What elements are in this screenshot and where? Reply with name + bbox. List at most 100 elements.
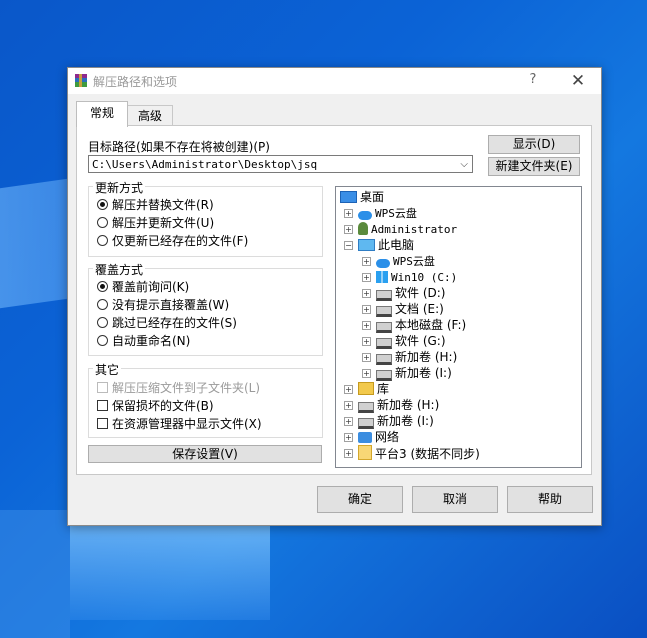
- tree-item[interactable]: + 新加卷 (H:): [362, 349, 458, 365]
- tree-expand-icon[interactable]: +: [362, 321, 371, 330]
- tree-item-label: 新加卷 (H:): [377, 398, 440, 412]
- drive-icon: [376, 354, 392, 365]
- desktop-icon: [340, 191, 357, 203]
- tree-item[interactable]: + 软件 (D:): [362, 285, 446, 301]
- user-icon: [358, 222, 368, 235]
- tree-expand-icon[interactable]: +: [362, 257, 371, 266]
- radio-button[interactable]: [97, 235, 108, 246]
- radio-extract-replace[interactable]: 解压并替换文件(R): [97, 197, 214, 213]
- drive-icon: [376, 338, 392, 349]
- tab-advanced[interactable]: 高级: [127, 105, 173, 126]
- tree-expand-icon[interactable]: +: [344, 449, 353, 458]
- tree-expand-icon[interactable]: +: [344, 225, 353, 234]
- checkbox[interactable]: [97, 418, 108, 429]
- tree-item[interactable]: + WPS云盘: [344, 205, 417, 221]
- close-button[interactable]: ✕: [564, 70, 592, 92]
- title-bar[interactable]: 解压路径和选项 ? ✕: [68, 68, 601, 94]
- tree-item[interactable]: + 网络: [344, 429, 400, 445]
- cloud-icon: [358, 211, 372, 220]
- tree-item[interactable]: + WPS云盘: [362, 253, 435, 269]
- tree-item[interactable]: + 新加卷 (I:): [362, 365, 452, 381]
- tree-expand-icon[interactable]: +: [344, 433, 353, 442]
- radio-button-selected[interactable]: [97, 281, 108, 292]
- help-title-button[interactable]: ?: [523, 72, 543, 90]
- help-button[interactable]: 帮助: [507, 486, 593, 513]
- new-folder-button[interactable]: 新建文件夹(E): [488, 157, 580, 176]
- radio-button[interactable]: [97, 317, 108, 328]
- ok-button[interactable]: 确定: [317, 486, 403, 513]
- drive-icon: [358, 418, 374, 429]
- drive-icon: [376, 290, 392, 301]
- radio-overwrite-without-prompt[interactable]: 没有提示直接覆盖(W): [97, 297, 229, 313]
- drive-icon: [358, 402, 374, 413]
- tree-expand-icon[interactable]: +: [344, 209, 353, 218]
- tree-collapse-icon[interactable]: −: [344, 241, 353, 250]
- tree-expand-icon[interactable]: +: [362, 305, 371, 314]
- misc-title: 其它: [93, 361, 122, 378]
- network-icon: [358, 432, 372, 443]
- tree-expand-icon[interactable]: +: [362, 289, 371, 298]
- tree-item[interactable]: + 平台3 (数据不同步): [344, 445, 480, 461]
- tree-item-desktop[interactable]: 桌面: [340, 189, 384, 205]
- chevron-down-icon[interactable]: ⌵: [460, 156, 468, 174]
- checkbox: [97, 382, 108, 393]
- tree-item-label: 此电脑: [378, 238, 415, 252]
- winrar-archive-icon: [75, 74, 87, 87]
- tree-expand-icon[interactable]: +: [362, 337, 371, 346]
- tree-item-label: 平台3 (数据不同步): [375, 447, 480, 461]
- show-button[interactable]: 显示(D): [488, 135, 580, 154]
- tree-expand-icon[interactable]: +: [362, 369, 371, 378]
- tree-item[interactable]: + 库: [344, 381, 390, 397]
- radio-extract-update[interactable]: 解压并更新文件(U): [97, 215, 214, 231]
- radio-update-existing[interactable]: 仅更新已经存在的文件(F): [97, 233, 248, 249]
- radio-button[interactable]: [97, 299, 108, 310]
- tree-item-label: WPS云盘: [375, 207, 417, 220]
- radio-button-selected[interactable]: [97, 199, 108, 210]
- drive-icon: [376, 306, 392, 317]
- tree-item-label: WPS云盘: [393, 255, 435, 268]
- tree-item[interactable]: + 新加卷 (H:): [344, 397, 440, 413]
- tree-expand-icon[interactable]: +: [344, 417, 353, 426]
- radio-ask-before-overwrite[interactable]: 覆盖前询问(K): [97, 279, 189, 295]
- tree-item[interactable]: + Win10 (C:): [362, 269, 458, 285]
- destination-path-value: C:\Users\Administrator\Desktop\jsq: [92, 158, 318, 171]
- folder-tree[interactable]: 桌面 + WPS云盘 + Administrator − 此电脑 + WPS云盘 + Win10 …: [335, 186, 582, 468]
- tree-item[interactable]: + 文档 (E:): [362, 301, 444, 317]
- tree-item-label: 本地磁盘 (F:): [395, 318, 467, 332]
- destination-path-combobox[interactable]: C:\Users\Administrator\Desktop\jsq ⌵: [88, 155, 473, 173]
- library-icon: [358, 382, 374, 395]
- tree-item-label: 库: [377, 382, 390, 396]
- checkbox-extract-to-subfolder: 解压压缩文件到子文件夹(L): [97, 380, 260, 396]
- tree-item-label: 软件 (G:): [395, 334, 446, 348]
- tree-item-label: 网络: [375, 430, 400, 444]
- checkbox-keep-broken-files[interactable]: 保留损坏的文件(B): [97, 398, 214, 414]
- checkbox-show-in-explorer[interactable]: 在资源管理器中显示文件(X): [97, 416, 262, 432]
- tree-item[interactable]: + 新加卷 (I:): [344, 413, 434, 429]
- tree-item[interactable]: + 本地磁盘 (F:): [362, 317, 467, 333]
- tree-expand-icon[interactable]: +: [362, 273, 371, 282]
- window-title: 解压路径和选项: [93, 75, 178, 89]
- radio-button[interactable]: [97, 335, 108, 346]
- computer-icon: [358, 239, 375, 251]
- windows-drive-icon: [376, 271, 388, 283]
- radio-button[interactable]: [97, 217, 108, 228]
- tree-item[interactable]: + 软件 (G:): [362, 333, 446, 349]
- checkbox[interactable]: [97, 400, 108, 411]
- tree-item-label: 软件 (D:): [395, 286, 446, 300]
- tree-expand-icon[interactable]: +: [344, 401, 353, 410]
- tree-item-label: 新加卷 (H:): [395, 350, 458, 364]
- cloud-icon: [376, 259, 390, 268]
- tree-item[interactable]: + Administrator: [344, 221, 457, 237]
- drive-icon: [376, 370, 392, 381]
- tab-general[interactable]: 常规: [76, 101, 128, 127]
- cancel-button[interactable]: 取消: [412, 486, 498, 513]
- tree-item-label: 新加卷 (I:): [377, 414, 434, 428]
- tree-expand-icon[interactable]: +: [362, 353, 371, 362]
- tree-item[interactable]: − 此电脑: [344, 237, 415, 253]
- tree-item-label: Win10 (C:): [391, 271, 458, 284]
- radio-auto-rename[interactable]: 自动重命名(N): [97, 333, 190, 349]
- save-settings-button[interactable]: 保存设置(V): [88, 445, 322, 463]
- radio-skip-existing[interactable]: 跳过已经存在的文件(S): [97, 315, 237, 331]
- tree-expand-icon[interactable]: +: [344, 385, 353, 394]
- destination-path-label: 目标路径(如果不存在将被创建)(P): [88, 140, 270, 154]
